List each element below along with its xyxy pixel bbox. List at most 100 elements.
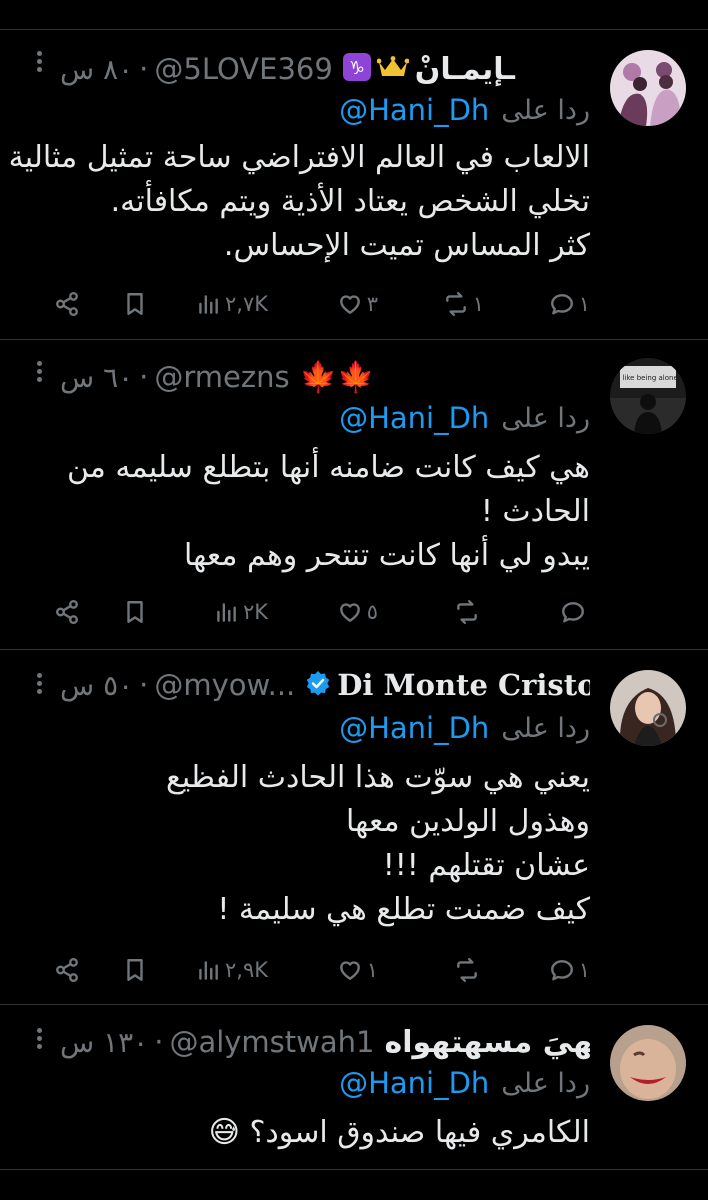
tweet-header: ـإيمـانْ ♑ @5LOVE369 · ٨٠ س bbox=[60, 48, 590, 90]
tweet-1[interactable]: ـإيمـانْ ♑ @5LOVE369 · ٨٠ س ردا على @Han… bbox=[0, 30, 708, 340]
timestamp[interactable]: ٦٠ س bbox=[60, 361, 133, 394]
reply-mention-link[interactable]: @Hani_Dh bbox=[339, 93, 489, 127]
bookmark-button[interactable] bbox=[122, 954, 148, 986]
username-handle[interactable]: @myow... bbox=[154, 668, 295, 702]
separator-dot: · bbox=[154, 1025, 164, 1059]
tweet-header: 🍁🍁 @rmezns · ٦٠ س bbox=[60, 356, 590, 398]
more-options-icon[interactable] bbox=[32, 48, 46, 78]
share-button[interactable] bbox=[54, 596, 80, 628]
tweet-2[interactable]: I like being alone 🍁🍁 @rmezns · ٦٠ س ردا… bbox=[0, 340, 708, 650]
share-button[interactable] bbox=[54, 288, 80, 320]
more-options-icon[interactable] bbox=[32, 670, 46, 700]
tweet-text-line: الالعاب في العالم الافتراضي ساحة تمثيل م… bbox=[8, 140, 590, 175]
bookmark-button[interactable] bbox=[122, 596, 148, 628]
action-bar: ١ ١ ٢,٩K bbox=[34, 954, 590, 986]
bookmark-icon bbox=[127, 601, 143, 623]
timestamp[interactable]: ٨٠ س bbox=[60, 53, 133, 86]
tweet-text-line: هي كيف كانت ضامنه أنها بتطلع سليمه من bbox=[66, 450, 590, 485]
tweet-3[interactable]: Di Monte Cristo @myow... · ٥٠ س ردا على … bbox=[0, 650, 708, 1005]
separator-dot: · bbox=[139, 52, 149, 86]
tweet-text-line: كثر المساس تميت الإحساس. bbox=[223, 228, 590, 263]
reply-icon bbox=[550, 294, 573, 315]
avatar[interactable] bbox=[610, 670, 686, 746]
like-button[interactable]: ٣ bbox=[337, 288, 378, 320]
share-button[interactable] bbox=[54, 954, 80, 986]
heart-icon bbox=[339, 603, 360, 622]
display-name[interactable]: 🍁🍁 bbox=[300, 360, 375, 395]
timestamp[interactable]: ٥٠ س bbox=[60, 669, 133, 702]
view-count: ٢K bbox=[242, 600, 268, 624]
display-name[interactable]: ـإيمـانْ bbox=[415, 52, 515, 87]
reply-context: ردا على @Hani_Dh bbox=[339, 1063, 590, 1103]
username-handle[interactable]: @alymstwah1 bbox=[169, 1025, 374, 1059]
action-bar: ١ ١ ٣ ٢,٧K bbox=[34, 288, 590, 320]
bookmark-button[interactable] bbox=[122, 288, 148, 320]
views-icon bbox=[199, 961, 218, 980]
tweet-4[interactable]: عالهيَ مسهتهواه @alymstwah1 · ١٣٠ س ردا … bbox=[0, 1005, 708, 1170]
avatar[interactable] bbox=[610, 50, 686, 126]
like-count: ٥ bbox=[366, 600, 378, 624]
tweet-text-line: الكامري فيها صندوق اسود؟ 😅 bbox=[208, 1115, 590, 1150]
reply-count: ١ bbox=[578, 958, 590, 982]
tweet-text: الالعاب في العالم الافتراضي ساحة تمثيل م… bbox=[8, 136, 590, 268]
tweet-text-line: عشان تقتلهم !!! bbox=[382, 848, 590, 883]
tweet-text-line: يعني هي سوّت هذا الحادث الفظيع bbox=[165, 760, 590, 795]
reply-icon bbox=[550, 960, 573, 981]
reply-count: ١ bbox=[578, 292, 590, 316]
reply-mention-link[interactable]: @Hani_Dh bbox=[339, 401, 489, 435]
view-count: ٢,٧K bbox=[224, 292, 268, 316]
reply-context: ردا على @Hani_Dh bbox=[339, 398, 590, 438]
reply-feed: ـإيمـانْ ♑ @5LOVE369 · ٨٠ س ردا على @Han… bbox=[0, 0, 708, 1200]
action-bar: ٥ ٢K bbox=[34, 596, 590, 628]
tweet-header: عالهيَ مسهتهواه @alymstwah1 · ١٣٠ س bbox=[60, 1021, 590, 1063]
reply-button[interactable]: ١ bbox=[549, 954, 590, 986]
reply-mention-link[interactable]: @Hani_Dh bbox=[339, 711, 489, 745]
reply-prefix: ردا على bbox=[501, 712, 590, 744]
repost-button[interactable] bbox=[454, 954, 484, 986]
separator-dot: · bbox=[139, 360, 149, 394]
tweet-text: هي كيف كانت ضامنه أنها بتطلع سليمه من ال… bbox=[24, 446, 590, 578]
like-count: ١ bbox=[366, 958, 378, 982]
repost-button[interactable]: ١ bbox=[443, 288, 484, 320]
bottom-area bbox=[0, 1170, 708, 1200]
reply-context: ردا على @Hani_Dh bbox=[339, 708, 590, 748]
share-icon bbox=[56, 291, 78, 317]
bookmark-icon bbox=[127, 959, 143, 981]
views-icon bbox=[217, 603, 236, 622]
reply-button[interactable]: ١ bbox=[549, 288, 590, 320]
avatar[interactable]: I like being alone bbox=[610, 358, 686, 434]
display-name[interactable]: Di Monte Cristo bbox=[337, 668, 590, 702]
timestamp[interactable]: ١٣٠ س bbox=[60, 1026, 148, 1059]
tweet-text: الكامري فيها صندوق اسود؟ 😅 bbox=[24, 1111, 590, 1155]
tweet-text-line: كيف ضمنت تطلع هي سليمة ! bbox=[217, 892, 590, 927]
capricorn-icon: ♑ bbox=[342, 53, 371, 85]
tweet-text-line: الحادث ! bbox=[480, 494, 590, 529]
views-icon bbox=[199, 295, 218, 314]
like-button[interactable]: ٥ bbox=[337, 596, 378, 628]
username-handle[interactable]: @rmezns bbox=[154, 360, 289, 394]
tweet-text-line: تخلي الشخص يعتاد الأذية ويتم مكافأته. bbox=[110, 184, 590, 219]
tweet-text: يعني هي سوّت هذا الحادث الفظيع وهذول الو… bbox=[24, 756, 590, 932]
repost-count: ١ bbox=[472, 292, 484, 316]
display-name[interactable]: عالهيَ مسهتهواه bbox=[384, 1025, 590, 1060]
reply-context: ردا على @Hani_Dh bbox=[339, 90, 590, 130]
views-button[interactable]: ٢,٧K bbox=[195, 288, 268, 320]
heart-icon bbox=[339, 295, 360, 314]
svg-text:♑: ♑ bbox=[349, 58, 365, 79]
reply-button[interactable] bbox=[560, 596, 590, 628]
username-handle[interactable]: @5LOVE369 bbox=[154, 52, 332, 86]
more-options-icon[interactable] bbox=[32, 1025, 46, 1055]
repost-icon bbox=[457, 599, 477, 625]
repost-icon bbox=[457, 957, 477, 983]
more-options-icon[interactable] bbox=[32, 358, 46, 388]
reply-prefix: ردا على bbox=[501, 94, 590, 126]
repost-button[interactable] bbox=[454, 596, 484, 628]
share-icon bbox=[56, 957, 78, 983]
reply-mention-link[interactable]: @Hani_Dh bbox=[339, 1066, 489, 1100]
tweet-text-line: يبدو لي أنها كانت تنتحر وهم معها bbox=[183, 538, 590, 573]
avatar[interactable] bbox=[610, 1025, 686, 1101]
views-button[interactable]: ٢,٩K bbox=[195, 954, 268, 986]
views-button[interactable]: ٢K bbox=[213, 596, 268, 628]
like-button[interactable]: ١ bbox=[337, 954, 378, 986]
verified-badge-icon bbox=[305, 670, 331, 700]
